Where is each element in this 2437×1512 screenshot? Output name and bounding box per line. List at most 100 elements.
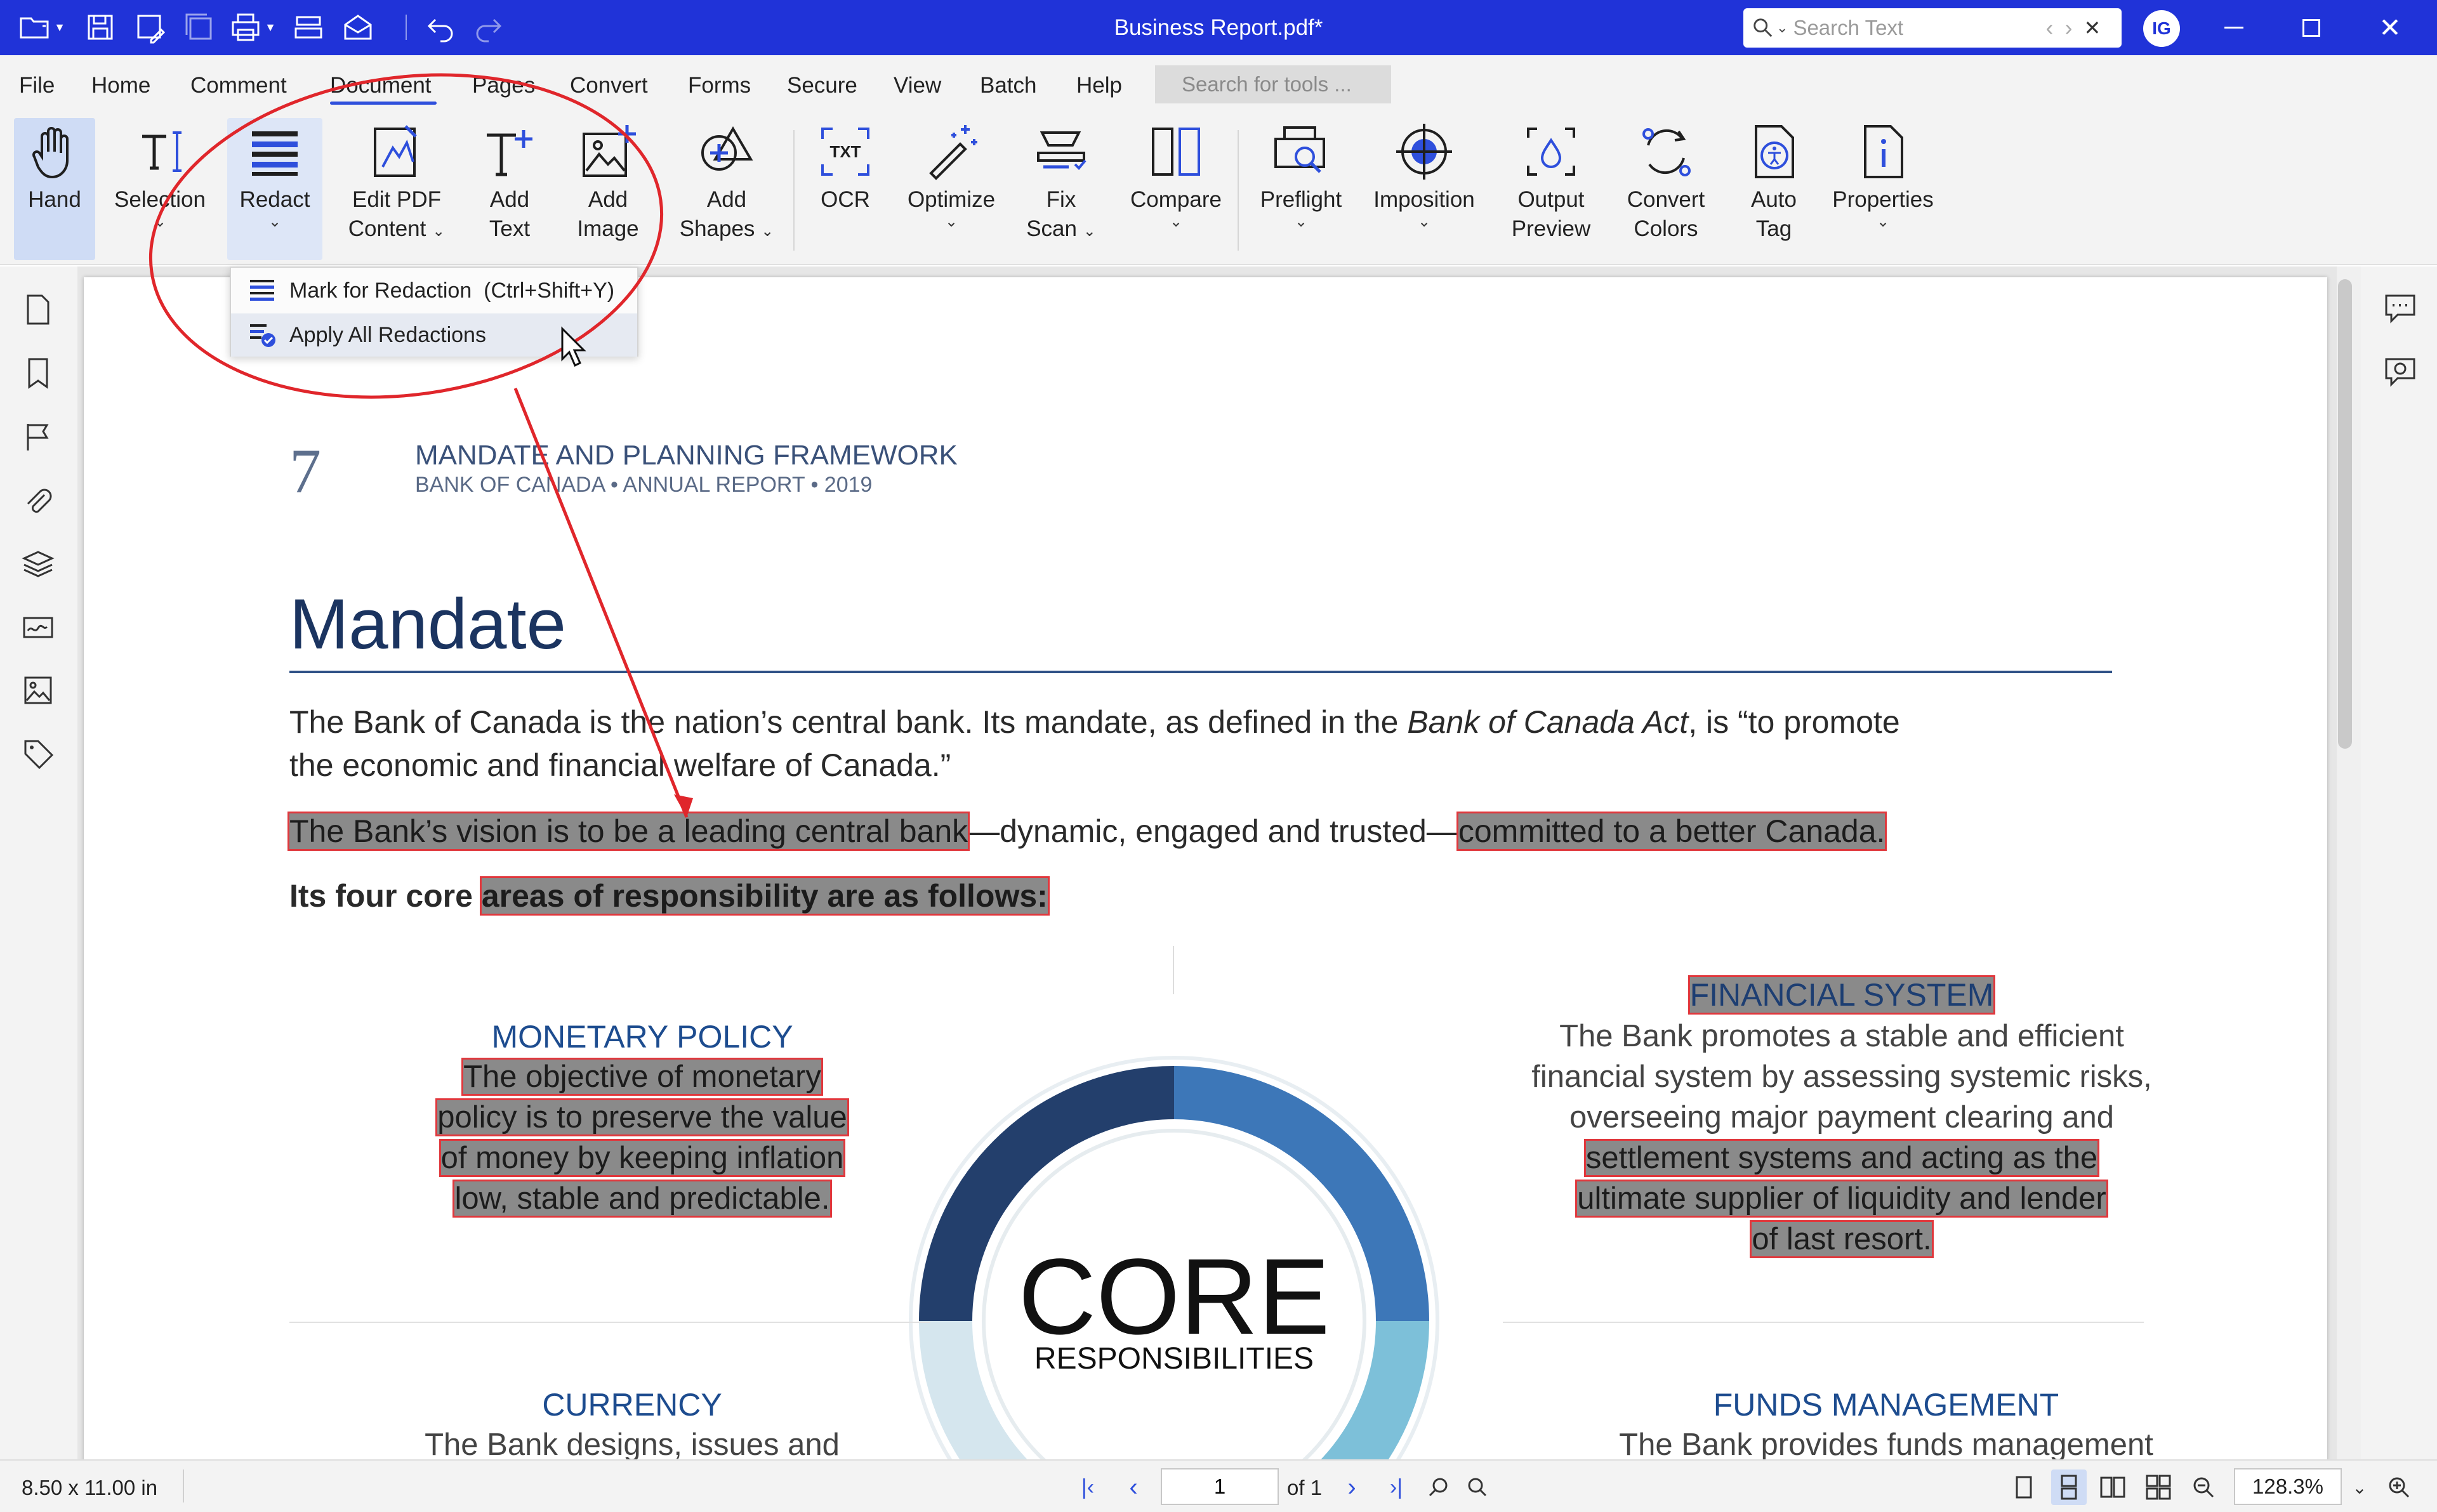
minimize-icon[interactable]: [2202, 0, 2266, 55]
mark-for-redaction-item[interactable]: Mark for Redaction (Ctrl+Shift+Y): [231, 269, 637, 312]
scrollbar-thumb[interactable]: [2338, 279, 2352, 749]
add-text-button[interactable]: Add Text: [471, 118, 548, 260]
fix-scan-button[interactable]: Fix Scan ⌄: [1017, 118, 1106, 260]
redaction-mark[interactable]: The Bank’s vision is to be a leading cen…: [287, 812, 970, 851]
maximize-icon[interactable]: [2280, 0, 2343, 55]
page-thumbnails-icon[interactable]: [18, 289, 58, 330]
redaction-mark[interactable]: committed to a better Canada.: [1456, 812, 1887, 851]
properties-button[interactable]: Properties ⌄: [1823, 118, 1943, 260]
menu-secure[interactable]: Secure: [787, 73, 857, 98]
avatar[interactable]: IG: [2143, 10, 2180, 47]
menu-batch[interactable]: Batch: [980, 73, 1037, 98]
close-window-icon[interactable]: ✕: [2358, 0, 2422, 55]
zoom-dropdown-chevron-icon[interactable]: ⌄: [2347, 1469, 2372, 1505]
continuous-view-icon[interactable]: [2051, 1469, 2087, 1505]
last-page-icon[interactable]: ›|: [1381, 1469, 1411, 1505]
tool-search-input[interactable]: [1155, 65, 1391, 103]
compare-icon: [1125, 118, 1227, 185]
monetary-policy-text: The objective of monetary policy is to p…: [325, 1056, 960, 1219]
add-text-icon: [471, 118, 548, 185]
search-previous-icon[interactable]: ‹: [2045, 15, 2053, 41]
redo-icon[interactable]: [470, 9, 508, 46]
svg-text:TXT: TXT: [829, 142, 861, 161]
selection-tool-button[interactable]: Selection ⌄: [109, 118, 211, 260]
comments-panel-icon[interactable]: [2380, 288, 2420, 329]
redaction-mark[interactable]: settlement systems and acting as the: [1583, 1139, 2100, 1177]
redact-tool-button[interactable]: Redact ⌄: [227, 118, 322, 260]
menu-help[interactable]: Help: [1076, 73, 1122, 98]
menu-home[interactable]: Home: [91, 73, 150, 98]
section-rule-left: [289, 1322, 930, 1323]
search-next-icon[interactable]: ›: [2064, 15, 2072, 41]
ai-assistant-icon[interactable]: [2380, 352, 2420, 392]
continuous-facing-view-icon[interactable]: [2143, 1469, 2174, 1505]
facing-view-icon[interactable]: [2097, 1469, 2129, 1505]
chevron-down-icon[interactable]: ⌄: [1776, 20, 1788, 36]
menu-pages[interactable]: Pages: [472, 73, 535, 98]
attachment-icon[interactable]: [18, 480, 58, 520]
redaction-mark[interactable]: low, stable and predictable.: [452, 1180, 832, 1218]
preflight-button[interactable]: Preflight ⌄: [1250, 118, 1352, 260]
compare-button[interactable]: Compare ⌄: [1125, 118, 1227, 260]
undo-icon[interactable]: [421, 9, 459, 46]
ocr-button[interactable]: TXT OCR: [806, 118, 885, 260]
single-page-view-icon[interactable]: [2008, 1469, 2040, 1505]
responsibilities-label: RESPONSIBILITIES: [1034, 1342, 1314, 1376]
edit-pdf-content-button[interactable]: Edit PDF Content ⌄: [343, 118, 451, 260]
zoom-out-icon[interactable]: [2188, 1469, 2219, 1505]
menu-file[interactable]: File: [19, 73, 55, 98]
page-number: 7: [289, 436, 321, 506]
scan-icon[interactable]: [289, 9, 327, 46]
search-input[interactable]: [1793, 12, 2035, 44]
hand-tool-button[interactable]: Hand: [14, 118, 95, 260]
redaction-mark[interactable]: ultimate supplier of liquidity and lende…: [1575, 1180, 2108, 1218]
imposition-button[interactable]: Imposition ⌄: [1366, 118, 1483, 260]
next-view-icon[interactable]: [1462, 1469, 1493, 1505]
tag-icon[interactable]: [18, 733, 58, 774]
optimize-button[interactable]: Optimize ⌄: [899, 118, 1004, 260]
menu-forms[interactable]: Forms: [688, 73, 751, 98]
convert-colors-button[interactable]: Convert Colors: [1617, 118, 1715, 260]
zoom-level-select[interactable]: 128.3%: [2234, 1468, 2342, 1505]
image-panel-icon[interactable]: [18, 670, 58, 711]
output-preview-button[interactable]: Output Preview: [1504, 118, 1598, 260]
menu-convert[interactable]: Convert: [570, 73, 648, 98]
right-sidebar: [2361, 266, 2437, 1459]
email-icon[interactable]: [339, 9, 377, 46]
menu-document[interactable]: Document: [330, 73, 432, 98]
next-page-icon[interactable]: ›: [1337, 1469, 1367, 1505]
search-close-icon[interactable]: ✕: [2084, 16, 2101, 40]
save-icon[interactable]: [81, 9, 119, 46]
menu-view[interactable]: View: [894, 73, 941, 98]
add-shapes-icon: [673, 118, 781, 185]
previous-page-icon[interactable]: ‹: [1118, 1469, 1149, 1505]
save-as-icon[interactable]: [131, 9, 169, 46]
add-image-button[interactable]: Add Image: [567, 118, 649, 260]
funds-management-title: FUNDS MANAGEMENT: [1713, 1387, 2059, 1423]
zoom-in-icon[interactable]: [2384, 1469, 2414, 1505]
redaction-mark[interactable]: of money by keeping inflation: [439, 1139, 846, 1177]
mark-redaction-icon: [250, 280, 274, 301]
redaction-mark[interactable]: The objective of monetary: [461, 1058, 823, 1096]
redaction-mark[interactable]: policy is to preserve the value: [435, 1098, 849, 1136]
previous-view-icon[interactable]: [1424, 1469, 1455, 1505]
layers-icon[interactable]: [18, 543, 58, 584]
auto-tag-button[interactable]: Auto Tag: [1739, 118, 1809, 260]
redaction-mark[interactable]: areas of responsibility are as follows:: [479, 876, 1050, 916]
save-all-icon[interactable]: [180, 9, 218, 46]
open-file-icon[interactable]: ▼: [15, 9, 69, 46]
flag-icon[interactable]: [18, 416, 58, 457]
print-icon[interactable]: ▼: [226, 9, 279, 46]
page-size-label: 8.50 x 11.00 in: [22, 1476, 158, 1499]
redaction-mark[interactable]: of last resort.: [1750, 1220, 1934, 1258]
output-preview-icon: [1504, 118, 1598, 185]
menu-comment[interactable]: Comment: [190, 73, 287, 98]
page-number-input[interactable]: [1161, 1468, 1279, 1505]
search-text-box[interactable]: ⌄ ‹ › ✕: [1743, 8, 2122, 48]
add-shapes-button[interactable]: Add Shapes ⌄: [673, 118, 781, 260]
apply-all-redactions-item[interactable]: Apply All Redactions: [231, 313, 637, 357]
first-page-icon[interactable]: |‹: [1073, 1469, 1103, 1505]
financial-system-title[interactable]: FINANCIAL SYSTEM: [1687, 975, 1996, 1015]
signature-icon[interactable]: [18, 607, 58, 647]
bookmark-icon[interactable]: [18, 353, 58, 393]
